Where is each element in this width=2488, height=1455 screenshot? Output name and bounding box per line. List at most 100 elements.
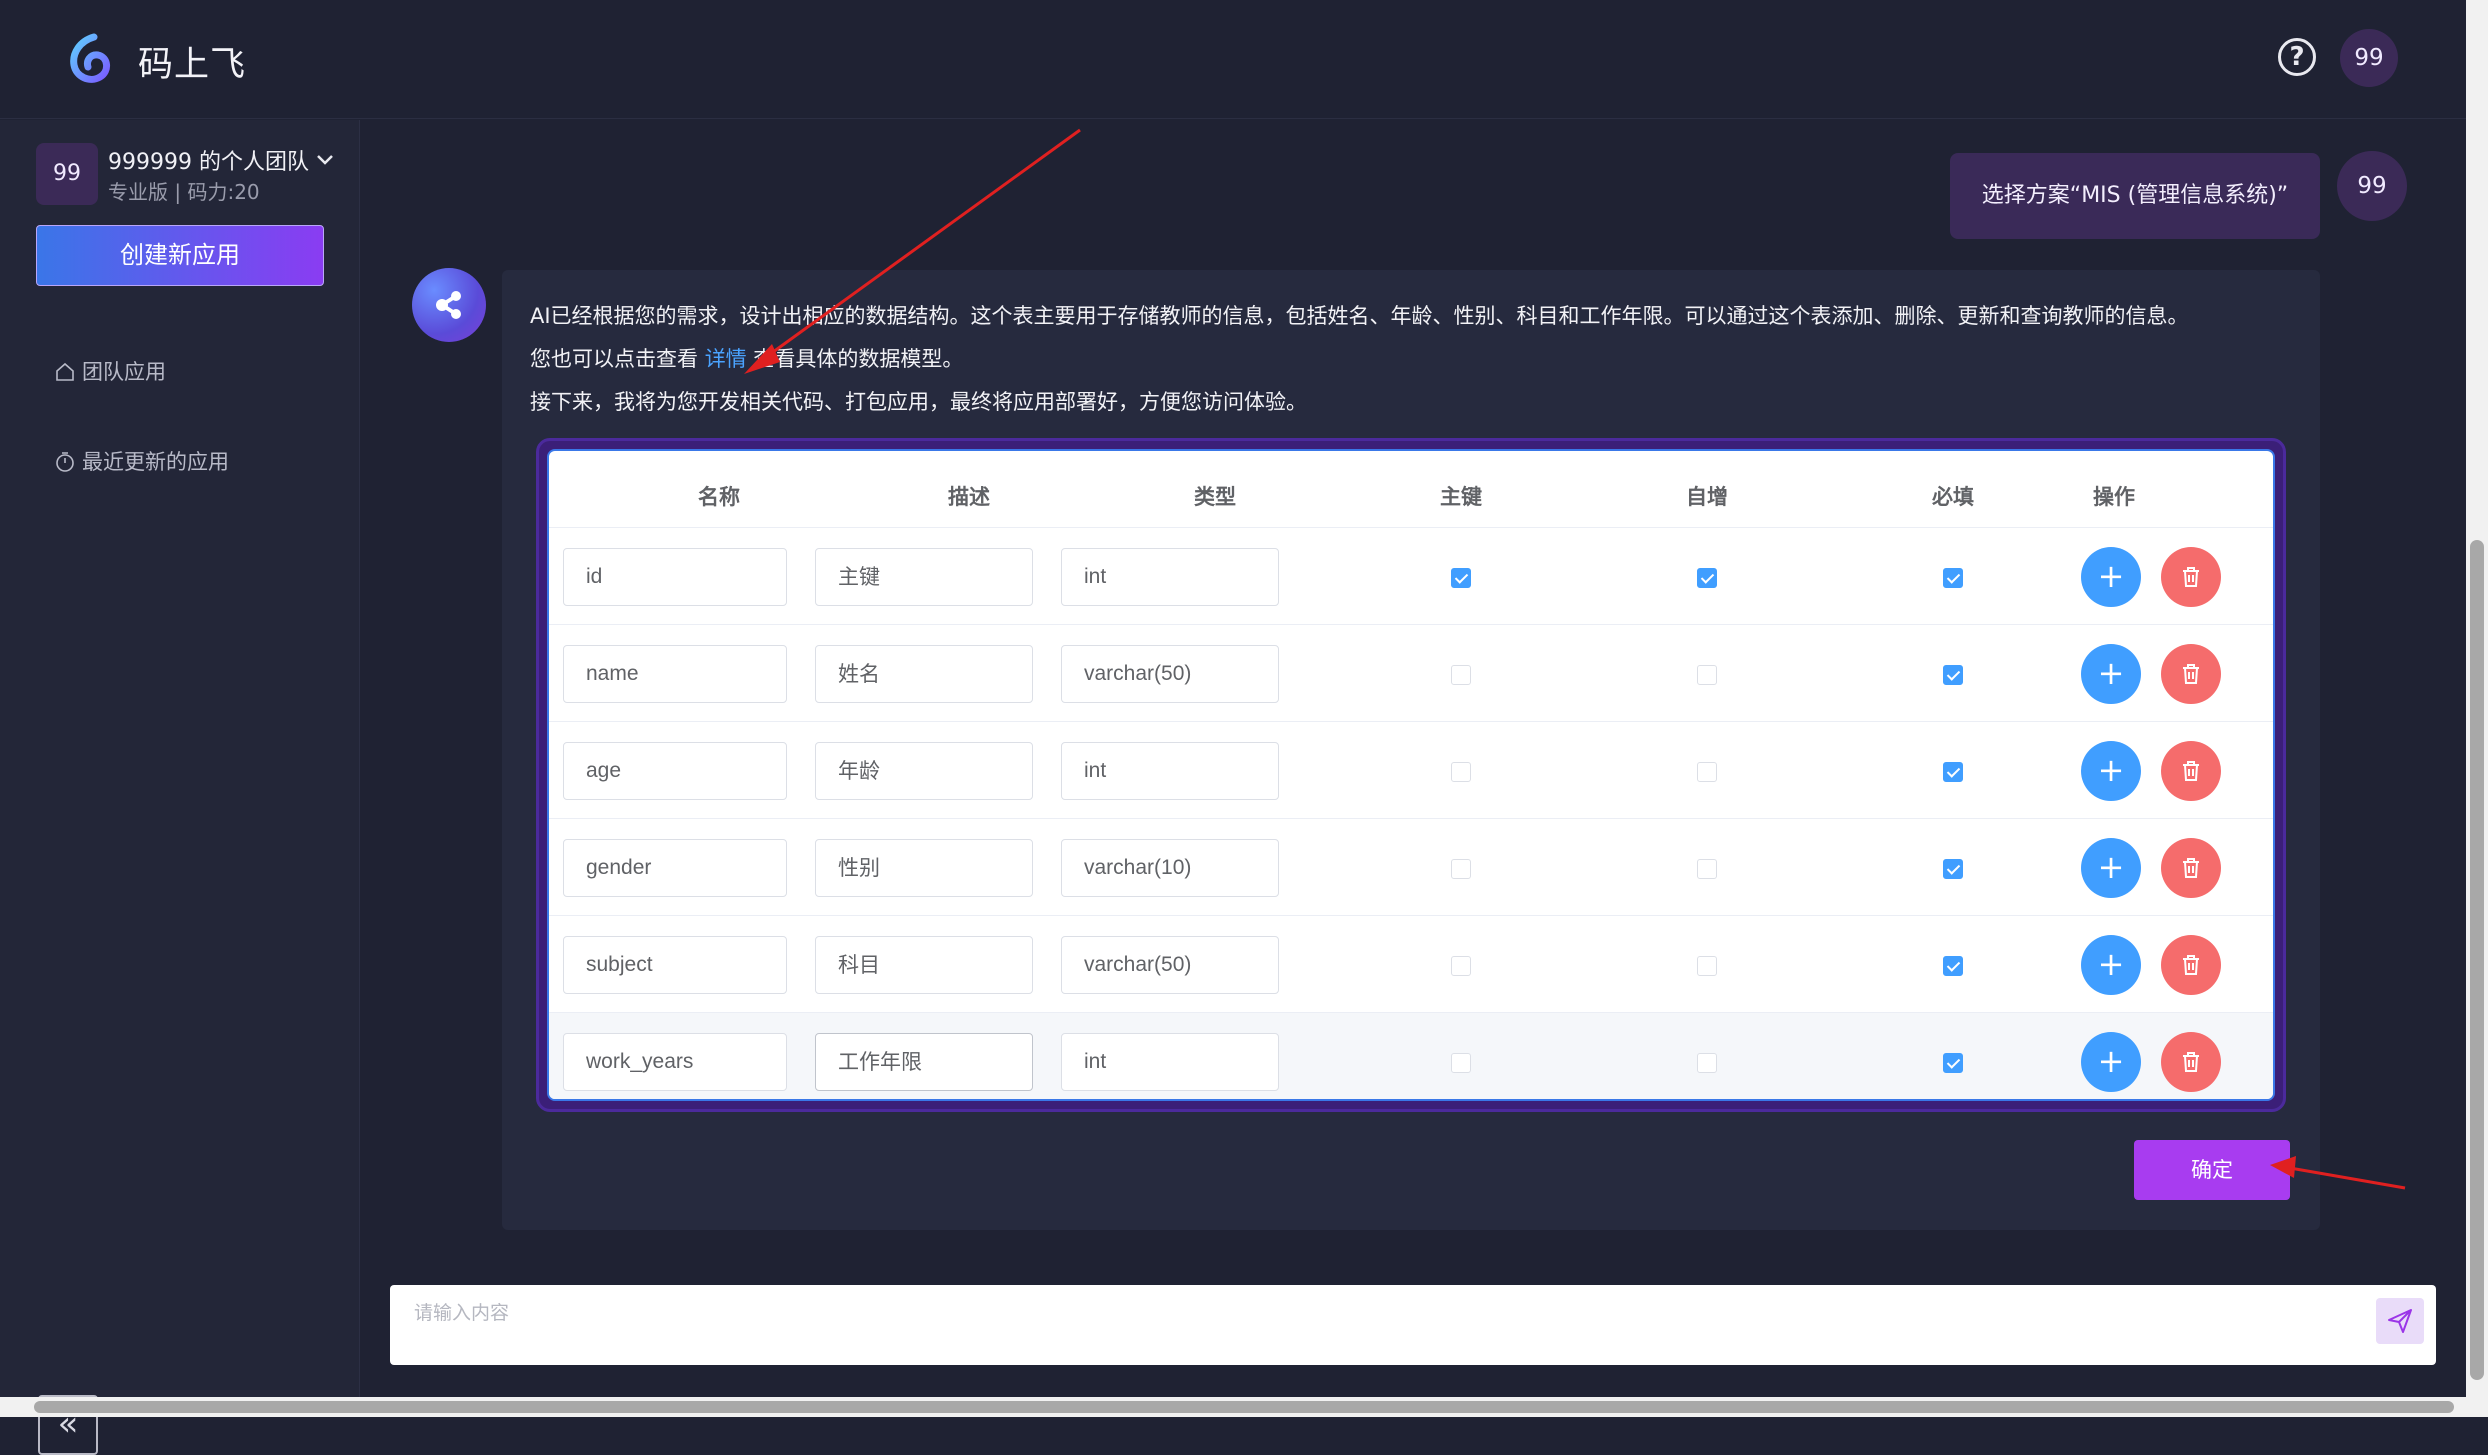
field-name-input[interactable]: work_years [563,1033,787,1091]
add-row-button[interactable]: + [2081,644,2141,704]
column-header-auto: 自增 [1686,485,1728,509]
column-header-required: 必填 [1932,485,1974,509]
ai-avatar [412,268,486,342]
app-logo-icon[interactable] [64,33,116,85]
delete-row-button[interactable] [2161,1032,2221,1092]
field-name-input[interactable]: id [563,548,787,606]
required-checkbox[interactable] [1943,1053,1963,1073]
details-link[interactable]: 详情 [705,347,747,371]
share-icon [436,291,461,319]
auto-increment-checkbox[interactable] [1697,762,1717,782]
required-checkbox[interactable] [1943,859,1963,879]
field-desc-input[interactable]: 主键 [815,548,1033,606]
trash-icon [2183,761,2199,781]
table-row: id 主键 int + [549,527,2273,624]
delete-row-button[interactable] [2161,644,2221,704]
field-type-input[interactable]: int [1061,1033,1279,1091]
primary-key-checkbox[interactable] [1451,568,1471,588]
field-desc-input[interactable]: 科目 [815,936,1033,994]
vertical-scrollbar-thumb[interactable] [2470,540,2484,1380]
user-message-bubble: 选择方案“MIS (管理信息系统)” [1950,153,2320,239]
horizontal-scrollbar-thumb[interactable] [34,1401,2454,1413]
field-name-input[interactable]: gender [563,839,787,897]
team-name[interactable]: 999999 的个人团队 [108,144,309,176]
chevron-down-icon[interactable] [315,150,335,170]
chat-input[interactable] [390,1285,2436,1365]
top-bar: 码上飞 ? 99 [0,0,2466,119]
confirm-button[interactable]: 确定 [2134,1140,2290,1200]
auto-increment-checkbox[interactable] [1697,956,1717,976]
add-row-button[interactable]: + [2081,547,2141,607]
sidebar-item-label: 最近更新的应用 [82,450,229,474]
column-header-type: 类型 [1194,485,1236,509]
column-header-name: 名称 [698,485,740,509]
required-checkbox[interactable] [1943,665,1963,685]
field-desc-input[interactable]: 姓名 [815,645,1033,703]
sidebar-item-label: 团队应用 [82,360,166,384]
team-avatar[interactable]: 99 [36,143,98,205]
primary-key-checkbox[interactable] [1451,762,1471,782]
question-circle-icon[interactable]: ? [2278,38,2316,76]
delete-row-button[interactable] [2161,741,2221,801]
auto-increment-checkbox[interactable] [1697,665,1717,685]
delete-row-button[interactable] [2161,935,2221,995]
send-icon [2388,1309,2412,1333]
required-checkbox[interactable] [1943,956,1963,976]
data-model-table-frame: 名称 描述 类型 主键 自增 必填 操作 id 主键 int + name 姓名 varch… [536,438,2286,1112]
team-plan: 专业版 | 码力:20 [108,180,260,204]
trash-icon [2183,858,2199,878]
field-desc-input[interactable]: 年龄 [815,742,1033,800]
add-row-button[interactable]: + [2081,935,2141,995]
table-row: name 姓名 varchar(50) + [549,624,2273,721]
add-row-button[interactable]: + [2081,741,2141,801]
sidebar: 99 999999 的个人团队 专业版 | 码力:20 创建新应用 团队应用 最… [0,120,360,1455]
column-header-desc: 描述 [948,485,990,509]
plus-icon: + [2097,557,2125,595]
field-name-input[interactable]: age [563,742,787,800]
stopwatch-icon [56,452,74,472]
plus-icon: + [2097,848,2125,886]
add-row-button[interactable]: + [2081,1032,2141,1092]
primary-key-checkbox[interactable] [1451,956,1471,976]
send-button[interactable] [2376,1298,2424,1344]
field-desc-input[interactable]: 性别 [815,839,1033,897]
sidebar-item-recent-apps[interactable]: 最近更新的应用 [54,446,229,476]
data-model-table: 名称 描述 类型 主键 自增 必填 操作 id 主键 int + name 姓名 varch… [547,449,2275,1101]
trash-icon [2183,567,2199,587]
chat-input-placeholder: 请输入内容 [414,1302,510,1324]
primary-key-checkbox[interactable] [1451,665,1471,685]
plus-icon: + [2097,945,2125,983]
field-name-input[interactable]: name [563,645,787,703]
ai-message-line: 接下来，我将为您开发相关代码、打包应用，最终将应用部署好，方便您访问体验。 [530,390,1307,414]
plus-icon: + [2097,654,2125,692]
table-row: gender 性别 varchar(10) + [549,818,2273,915]
required-checkbox[interactable] [1943,568,1963,588]
field-desc-input[interactable]: 工作年限 [815,1033,1033,1091]
add-row-button[interactable]: + [2081,838,2141,898]
create-app-button[interactable]: 创建新应用 [36,225,324,286]
sidebar-item-team-apps[interactable]: 团队应用 [54,356,166,386]
plus-icon: + [2097,751,2125,789]
table-row: age 年龄 int + [549,721,2273,818]
ai-text: 您也可以点击查看 [530,347,705,371]
auto-increment-checkbox[interactable] [1697,1053,1717,1073]
field-type-input[interactable]: varchar(10) [1061,839,1279,897]
delete-row-button[interactable] [2161,547,2221,607]
message-user-avatar: 99 [2337,151,2407,221]
field-type-input[interactable]: varchar(50) [1061,645,1279,703]
field-name-input[interactable]: subject [563,936,787,994]
primary-key-checkbox[interactable] [1451,859,1471,879]
field-type-input[interactable]: int [1061,742,1279,800]
field-type-input[interactable]: varchar(50) [1061,936,1279,994]
app-name: 码上飞 [138,45,247,85]
auto-increment-checkbox[interactable] [1697,859,1717,879]
user-avatar[interactable]: 99 [2340,29,2398,87]
required-checkbox[interactable] [1943,762,1963,782]
delete-row-button[interactable] [2161,838,2221,898]
column-header-pk: 主键 [1440,485,1482,509]
primary-key-checkbox[interactable] [1451,1053,1471,1073]
trash-icon [2183,664,2199,684]
auto-increment-checkbox[interactable] [1697,568,1717,588]
plus-icon: + [2097,1042,2125,1080]
field-type-input[interactable]: int [1061,548,1279,606]
